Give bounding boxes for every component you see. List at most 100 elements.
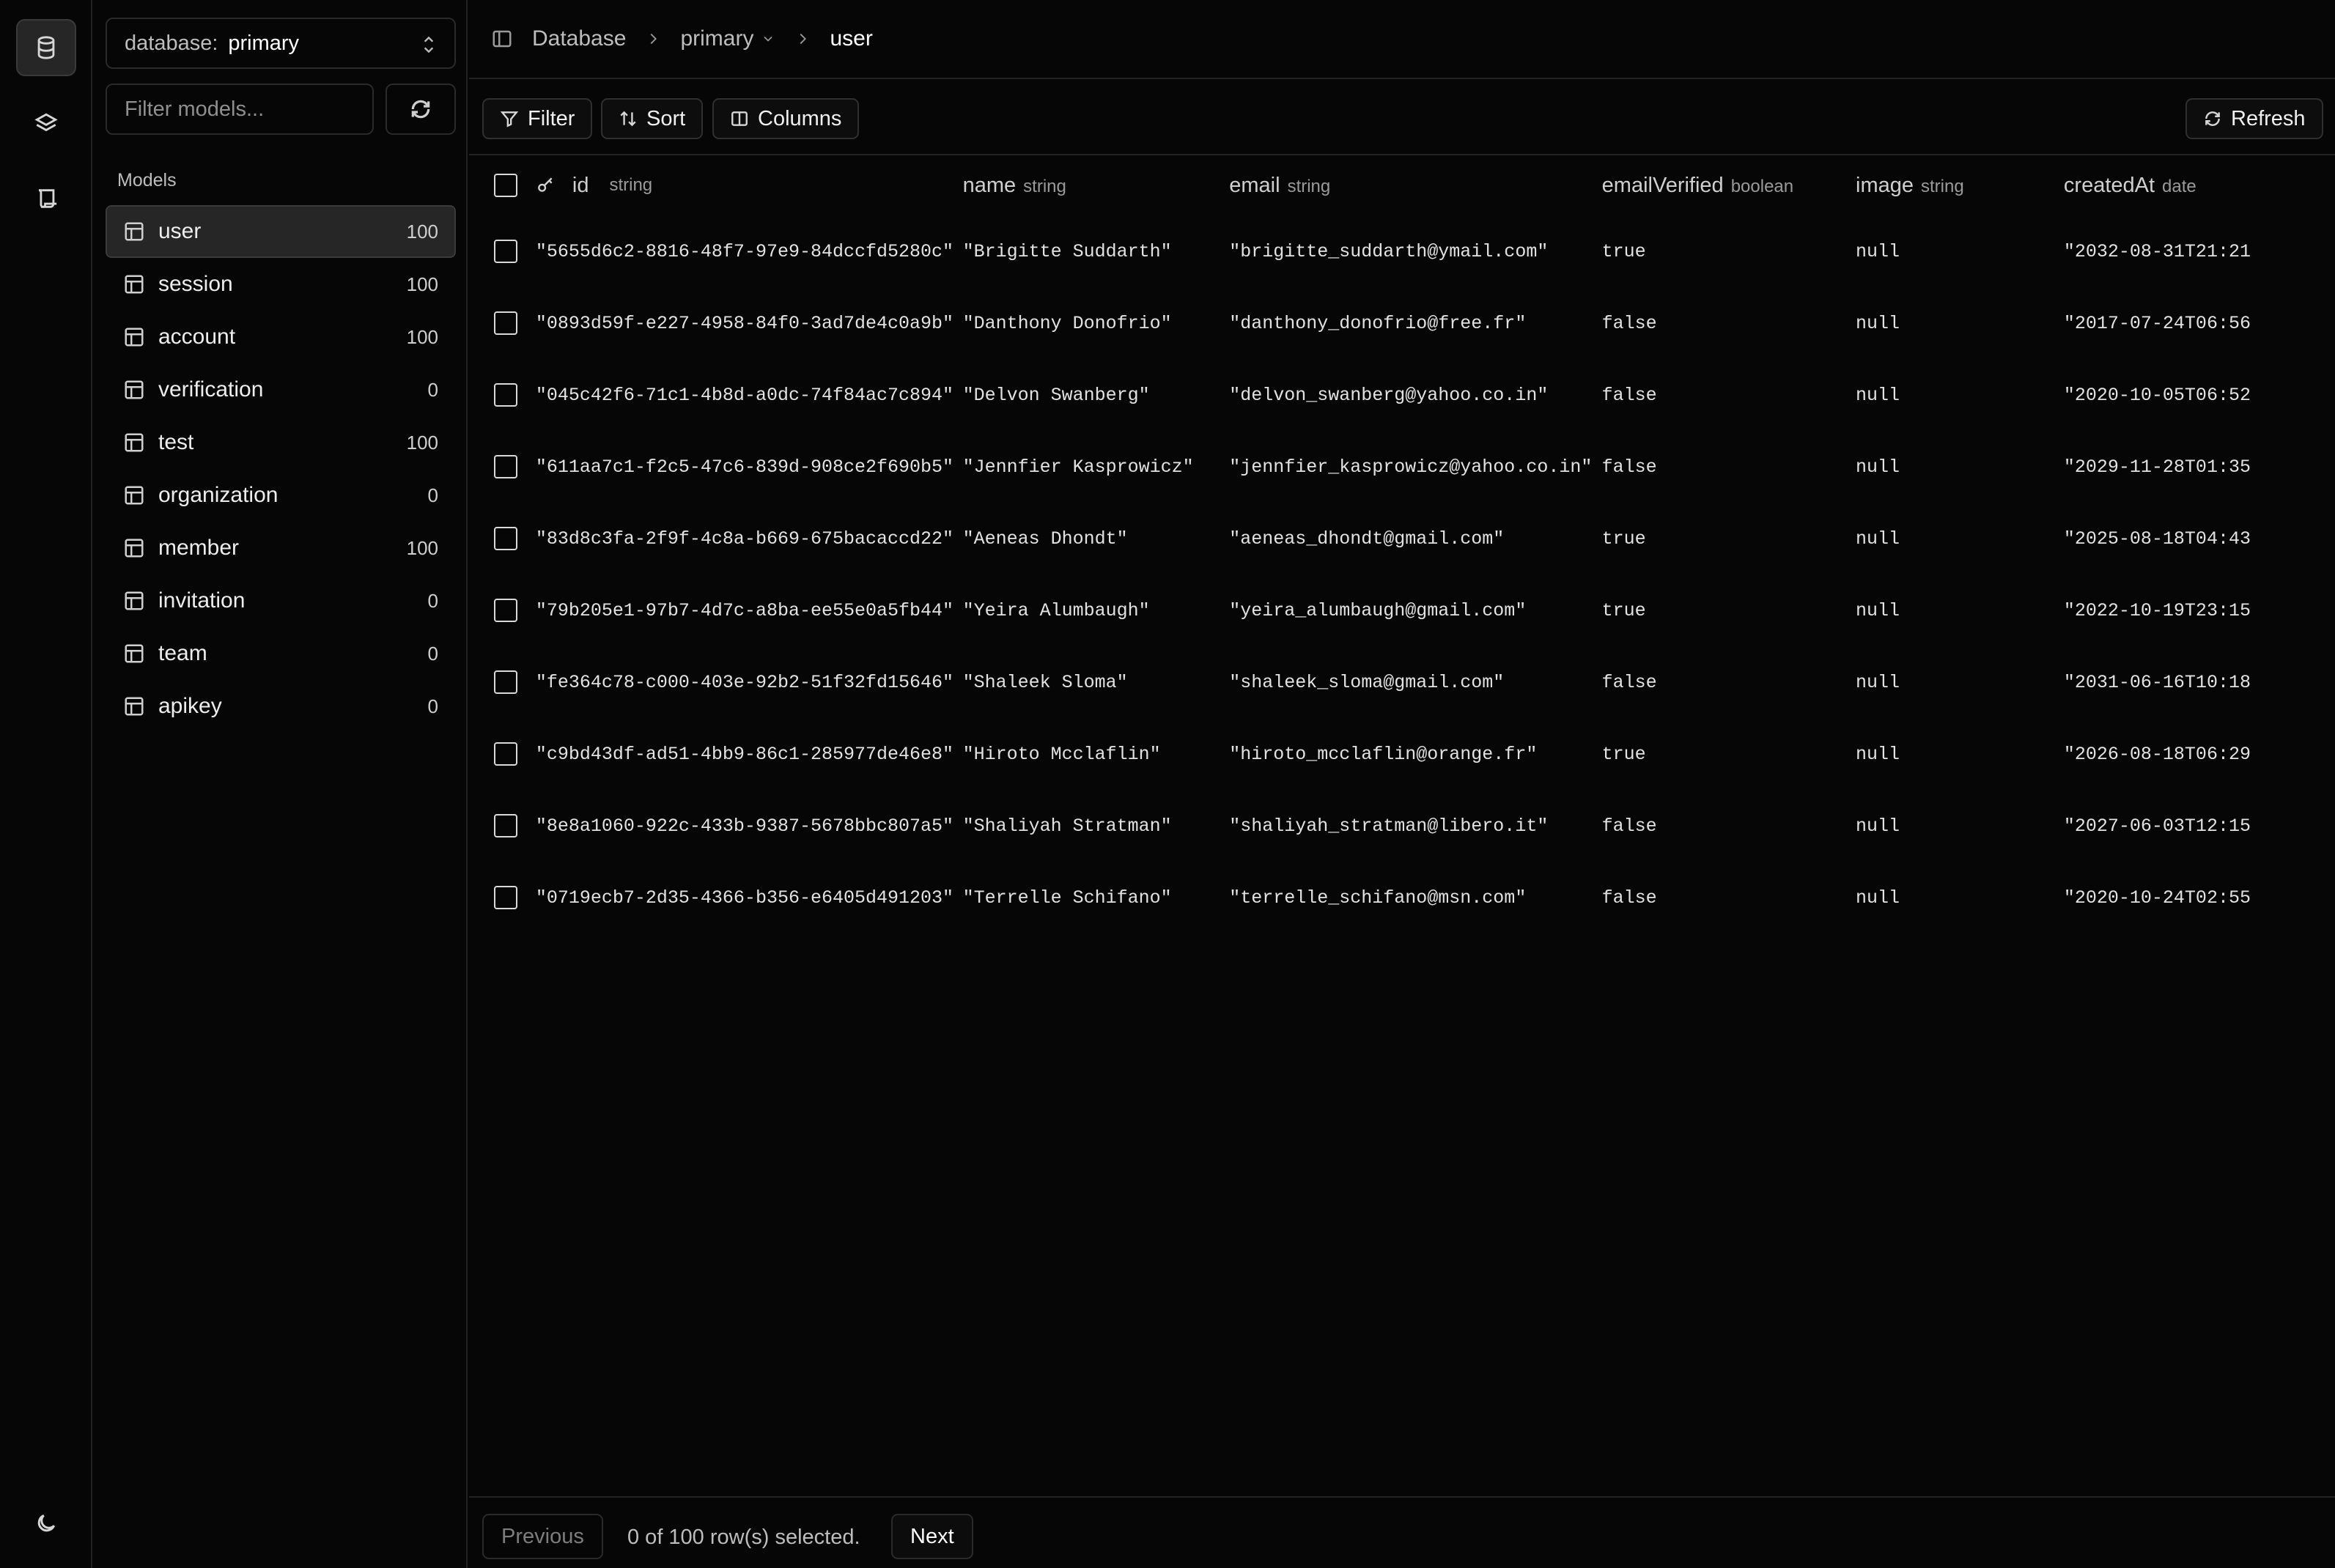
- table-cell-image[interactable]: null: [1856, 431, 2064, 503]
- table-cell-email[interactable]: "terrelle_schifano@msn.com": [1229, 862, 1601, 933]
- model-item-team[interactable]: team 0: [106, 627, 456, 680]
- filter-models-input[interactable]: [106, 84, 374, 135]
- table-cell-createdat[interactable]: "2029-11-28T01:35: [2064, 431, 2335, 503]
- table-cell-emailverified[interactable]: false: [1602, 646, 1856, 718]
- model-item-member[interactable]: member 100: [106, 522, 456, 574]
- table-cell-id[interactable]: "0719ecb7-2d35-4366-b356-e6405d491203": [536, 862, 963, 933]
- table-cell-createdat[interactable]: "2020-10-05T06:52: [2064, 359, 2335, 431]
- model-item-apikey[interactable]: apikey 0: [106, 680, 456, 733]
- table-cell-image[interactable]: null: [1856, 287, 2064, 359]
- breadcrumb-db-select[interactable]: primary: [680, 26, 753, 51]
- model-item-organization[interactable]: organization 0: [106, 469, 456, 522]
- refresh-button[interactable]: Refresh: [2185, 98, 2323, 139]
- table-cell-emailverified[interactable]: false: [1602, 790, 1856, 862]
- model-item-verification[interactable]: verification 0: [106, 363, 456, 416]
- table-cell-email[interactable]: "shaleek_sloma@gmail.com": [1229, 646, 1601, 718]
- table-row[interactable]: "045c42f6-71c1-4b8d-a0dc-74f84ac7c894" "D…: [469, 359, 2335, 431]
- database-select[interactable]: database: primary: [106, 18, 456, 69]
- row-checkbox[interactable]: [494, 383, 517, 407]
- table-cell-name[interactable]: "Jennfier Kasprowicz": [963, 431, 1230, 503]
- table-row[interactable]: "611aa7c1-f2c5-47c6-839d-908ce2f690b5" "J…: [469, 431, 2335, 503]
- column-header-name[interactable]: name string: [963, 155, 1230, 215]
- breadcrumb-database[interactable]: Database: [532, 26, 626, 51]
- table-cell-email[interactable]: "shaliyah_stratman@libero.it": [1229, 790, 1601, 862]
- table-cell-id[interactable]: "5655d6c2-8816-48f7-97e9-84dccfd5280c": [536, 215, 963, 287]
- table-cell-createdat[interactable]: "2026-08-18T06:29: [2064, 718, 2335, 790]
- table-row[interactable]: "0719ecb7-2d35-4366-b356-e6405d491203" "T…: [469, 862, 2335, 933]
- table-cell-email[interactable]: "delvon_swanberg@yahoo.co.in": [1229, 359, 1601, 431]
- table-cell-image[interactable]: null: [1856, 790, 2064, 862]
- row-checkbox[interactable]: [494, 311, 517, 335]
- sort-button[interactable]: Sort: [601, 98, 704, 139]
- row-checkbox[interactable]: [494, 455, 517, 478]
- table-cell-id[interactable]: "045c42f6-71c1-4b8d-a0dc-74f84ac7c894": [536, 359, 963, 431]
- table-cell-name[interactable]: "Aeneas Dhondt": [963, 503, 1230, 574]
- table-cell-createdat[interactable]: "2027-06-03T12:15: [2064, 790, 2335, 862]
- table-cell-emailverified[interactable]: false: [1602, 862, 1856, 933]
- table-cell-id[interactable]: "83d8c3fa-2f9f-4c8a-b669-675bacaccd22": [536, 503, 963, 574]
- reload-models-button[interactable]: [386, 84, 456, 135]
- table-cell-id[interactable]: "c9bd43df-ad51-4bb9-86c1-285977de46e8": [536, 718, 963, 790]
- table-cell-email[interactable]: "aeneas_dhondt@gmail.com": [1229, 503, 1601, 574]
- table-cell-name[interactable]: "Delvon Swanberg": [963, 359, 1230, 431]
- row-checkbox[interactable]: [494, 527, 517, 550]
- table-cell-id[interactable]: "79b205e1-97b7-4d7c-a8ba-ee55e0a5fb44": [536, 574, 963, 646]
- rail-database-button[interactable]: [16, 19, 76, 76]
- table-cell-image[interactable]: null: [1856, 215, 2064, 287]
- model-item-invitation[interactable]: invitation 0: [106, 574, 456, 627]
- table-row[interactable]: "fe364c78-c000-403e-92b2-51f32fd15646" "S…: [469, 646, 2335, 718]
- table-cell-emailverified[interactable]: true: [1602, 574, 1856, 646]
- table-cell-email[interactable]: "hiroto_mcclaflin@orange.fr": [1229, 718, 1601, 790]
- table-cell-emailverified[interactable]: false: [1602, 359, 1856, 431]
- row-checkbox[interactable]: [494, 742, 517, 766]
- table-cell-createdat[interactable]: "2017-07-24T06:56: [2064, 287, 2335, 359]
- table-cell-image[interactable]: null: [1856, 718, 2064, 790]
- table-row[interactable]: "0893d59f-e227-4958-84f0-3ad7de4c0a9b" "D…: [469, 287, 2335, 359]
- previous-page-button[interactable]: Previous: [482, 1514, 603, 1559]
- table-cell-emailverified[interactable]: true: [1602, 718, 1856, 790]
- table-row[interactable]: "c9bd43df-ad51-4bb9-86c1-285977de46e8" "H…: [469, 718, 2335, 790]
- table-cell-createdat[interactable]: "2031-06-16T10:18: [2064, 646, 2335, 718]
- filter-button[interactable]: Filter: [482, 98, 593, 139]
- row-checkbox[interactable]: [494, 886, 517, 909]
- select-all-checkbox[interactable]: [494, 174, 517, 197]
- table-cell-email[interactable]: "danthony_donofrio@free.fr": [1229, 287, 1601, 359]
- rail-layers-button[interactable]: [16, 95, 76, 152]
- table-cell-emailverified[interactable]: true: [1602, 503, 1856, 574]
- table-cell-email[interactable]: "brigitte_suddarth@ymail.com": [1229, 215, 1601, 287]
- row-checkbox[interactable]: [494, 814, 517, 837]
- table-cell-image[interactable]: null: [1856, 574, 2064, 646]
- rail-scroll-button[interactable]: [16, 170, 76, 227]
- table-cell-name[interactable]: "Yeira Alumbaugh": [963, 574, 1230, 646]
- theme-toggle-button[interactable]: [32, 1509, 60, 1537]
- next-page-button[interactable]: Next: [891, 1514, 973, 1559]
- table-cell-name[interactable]: "Danthony Donofrio": [963, 287, 1230, 359]
- table-row[interactable]: "5655d6c2-8816-48f7-97e9-84dccfd5280c" "B…: [469, 215, 2335, 287]
- table-cell-image[interactable]: null: [1856, 503, 2064, 574]
- table-cell-createdat[interactable]: "2032-08-31T21:21: [2064, 215, 2335, 287]
- table-cell-createdat[interactable]: "2025-08-18T04:43: [2064, 503, 2335, 574]
- column-header-createdat[interactable]: createdAt date: [2064, 155, 2335, 215]
- table-cell-image[interactable]: null: [1856, 862, 2064, 933]
- table-cell-name[interactable]: "Brigitte Suddarth": [963, 215, 1230, 287]
- columns-button[interactable]: Columns: [712, 98, 860, 139]
- model-item-account[interactable]: account 100: [106, 311, 456, 363]
- model-item-test[interactable]: test 100: [106, 416, 456, 469]
- table-cell-id[interactable]: "fe364c78-c000-403e-92b2-51f32fd15646": [536, 646, 963, 718]
- table-cell-email[interactable]: "jennfier_kasprowicz@yahoo.co.in": [1229, 431, 1601, 503]
- table-row[interactable]: "8e8a1060-922c-433b-9387-5678bbc807a5" "S…: [469, 790, 2335, 862]
- table-cell-id[interactable]: "8e8a1060-922c-433b-9387-5678bbc807a5": [536, 790, 963, 862]
- table-cell-image[interactable]: null: [1856, 359, 2064, 431]
- table-cell-name[interactable]: "Terrelle Schifano": [963, 862, 1230, 933]
- table-cell-email[interactable]: "yeira_alumbaugh@gmail.com": [1229, 574, 1601, 646]
- table-cell-createdat[interactable]: "2022-10-19T23:15: [2064, 574, 2335, 646]
- model-item-session[interactable]: session 100: [106, 258, 456, 311]
- table-cell-id[interactable]: "0893d59f-e227-4958-84f0-3ad7de4c0a9b": [536, 287, 963, 359]
- row-checkbox[interactable]: [494, 599, 517, 622]
- row-checkbox[interactable]: [494, 670, 517, 694]
- column-header-email[interactable]: email string: [1229, 155, 1601, 215]
- table-row[interactable]: "83d8c3fa-2f9f-4c8a-b669-675bacaccd22" "A…: [469, 503, 2335, 574]
- table-cell-emailverified[interactable]: false: [1602, 287, 1856, 359]
- column-header-emailverified[interactable]: emailVerified boolean: [1602, 155, 1856, 215]
- sidebar-toggle-icon[interactable]: [491, 28, 513, 50]
